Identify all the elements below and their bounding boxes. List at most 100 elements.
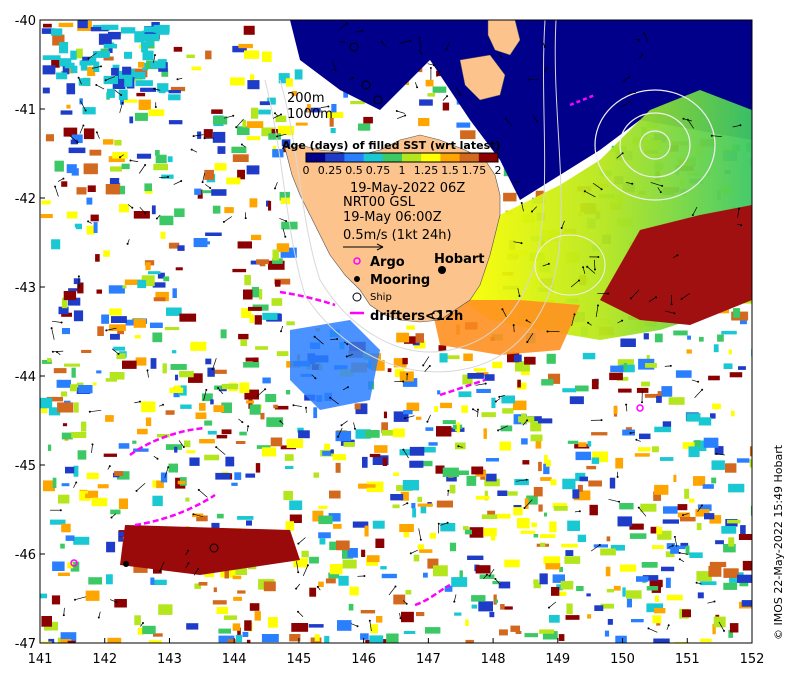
sst-pixel (723, 568, 739, 578)
sst-pixel (92, 382, 97, 386)
current-vector-head (498, 395, 501, 398)
sst-pixel (363, 116, 373, 124)
sst-pixel (442, 420, 456, 424)
sst-pixel (342, 559, 357, 569)
sst-pixel (175, 267, 183, 271)
sst-pixel (276, 351, 289, 357)
sst-pixel (626, 598, 632, 608)
current-vector-head (405, 602, 408, 605)
colorbar-swatch (325, 153, 345, 162)
sst-pixel (467, 373, 484, 379)
lon-tick-label: 142 (92, 652, 117, 667)
current-vector-head (655, 296, 658, 299)
current-vector-head (512, 324, 515, 327)
sst-pixel (343, 442, 355, 447)
sst-pixel (270, 437, 283, 447)
current-vector-head (91, 443, 94, 446)
sst-pixel (52, 477, 57, 489)
current-vector-head (600, 188, 603, 191)
sst-pixel (486, 458, 499, 462)
sst-pixel (93, 222, 98, 233)
sst-pixel (214, 163, 227, 171)
current-vector-head (77, 275, 80, 278)
sst-pixel (167, 156, 173, 163)
sst-pixel (607, 619, 613, 625)
sst-pixel (483, 528, 497, 537)
sst-pixel (254, 611, 261, 621)
current-vector-head (504, 117, 507, 120)
sst-pixel (97, 484, 109, 489)
sst-pixel (449, 542, 457, 552)
sst-pixel (313, 472, 320, 478)
sst-pixel (262, 51, 272, 62)
sst-pixel (721, 330, 737, 335)
sst-pixel (165, 410, 175, 415)
sst-pixel (251, 286, 259, 298)
sst-pixel (153, 163, 168, 171)
sst-pixel (436, 500, 453, 508)
sst-pixel (700, 638, 712, 643)
sst-pixel (600, 548, 616, 556)
sst-pixel (41, 200, 51, 205)
sst-pixel (538, 504, 543, 512)
sst-pixel (294, 69, 303, 80)
sst-pixel (71, 168, 79, 176)
current-vector-head (402, 380, 405, 383)
sst-pixel (59, 42, 69, 54)
sst-pixel (639, 433, 651, 440)
sst-pixel (285, 390, 291, 395)
sst-pixel (662, 421, 672, 428)
sst-pixel (173, 46, 183, 52)
current-vector-head (445, 48, 448, 51)
colorbar-swatch (402, 153, 422, 162)
sst-pixel (185, 497, 190, 502)
sst-pixel (324, 635, 330, 643)
lat-tick-label: -47 (15, 637, 36, 652)
current-vector-head (88, 410, 91, 413)
current-vector-head (629, 91, 631, 94)
sst-pixel (272, 249, 279, 261)
sst-pixel (238, 333, 249, 340)
sst-pixel (207, 430, 217, 435)
current-vector-head (661, 184, 664, 187)
current-vector-head (297, 610, 299, 613)
sst-pixel (699, 336, 704, 342)
current-vector-head (739, 124, 742, 127)
sst-pixel (497, 490, 508, 496)
sst-pixel (702, 484, 714, 489)
sst-pixel (654, 333, 663, 343)
sst-pixel (587, 614, 592, 619)
current-vector-head (62, 614, 65, 617)
sst-pixel (238, 43, 253, 49)
sst-pixel (393, 472, 400, 477)
current-vector-head (643, 32, 645, 35)
sst-pixel (654, 426, 671, 433)
sst-pixel (416, 416, 422, 420)
sst-pixel (606, 589, 615, 593)
current-vector-head (573, 313, 576, 316)
sst-pixel (503, 192, 517, 202)
sst-pixel (689, 498, 695, 503)
current-vector-head (560, 227, 563, 229)
current-vector-head (131, 206, 134, 209)
sst-pixel (442, 467, 459, 477)
sst-pixel (313, 407, 318, 419)
current-vector-head (600, 419, 603, 422)
sst-pixel (211, 189, 227, 196)
current-vector-head (84, 109, 87, 112)
sst-pixel (517, 379, 521, 388)
sst-pixel (725, 463, 737, 473)
sst-pixel (186, 623, 199, 630)
colorbar-tick-label: 0 (303, 164, 310, 177)
current-vector-head (673, 312, 676, 315)
current-vector-head (232, 114, 235, 117)
sst-pixel (565, 550, 574, 556)
current-vector-head (121, 101, 124, 104)
sst-pixel (41, 616, 52, 627)
current-vector-head (582, 266, 585, 269)
current-vector-head (517, 180, 520, 183)
sst-pixel (226, 177, 241, 185)
sst-pixel (51, 239, 61, 250)
sst-pixel (504, 559, 520, 568)
sst-pixel (698, 417, 712, 426)
